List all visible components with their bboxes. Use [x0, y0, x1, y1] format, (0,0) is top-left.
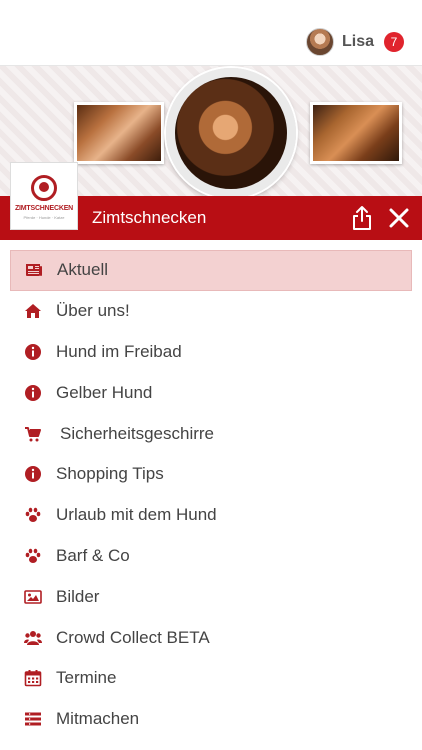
- close-icon: [389, 208, 409, 228]
- banner-photo-center-wrap: [162, 66, 312, 196]
- menu-item-label: Shopping Tips: [56, 464, 164, 484]
- menu-item-hund-im-freibad[interactable]: Hund im Freibad: [0, 332, 422, 373]
- info-icon: [24, 465, 42, 483]
- menu-item-sicherheitsgeschirre[interactable]: Sicherheitsgeschirre: [0, 413, 422, 454]
- menu-item-label: Barf & Co: [56, 545, 130, 565]
- menu-item-label: Mitmachen: [56, 709, 140, 729]
- users-icon: [24, 629, 42, 647]
- menu-item-shopping-tips[interactable]: Shopping Tips: [0, 454, 422, 495]
- image-icon: [24, 588, 42, 606]
- menu-item-termine[interactable]: Termine: [0, 658, 422, 699]
- close-button[interactable]: [386, 205, 412, 231]
- calendar-icon: [24, 669, 42, 687]
- notification-badge[interactable]: 7: [384, 32, 404, 52]
- menu-item-label: Termine: [56, 668, 117, 688]
- menu-item-aktuell[interactable]: Aktuell: [10, 250, 412, 291]
- logo-emblem: [31, 175, 57, 201]
- menu-item-label: Crowd Collect BETA: [56, 627, 210, 647]
- menu-item-label: Gelber Hund: [56, 382, 153, 402]
- newspaper-icon: [25, 261, 43, 279]
- user-name[interactable]: Lisa: [342, 33, 374, 51]
- paw-icon: [24, 547, 42, 565]
- info-icon: [24, 343, 42, 361]
- app-title: Zimtschnecken: [92, 208, 207, 227]
- menu-item-label: Hund im Freibad: [56, 341, 182, 361]
- banner-photo-center: [166, 68, 296, 196]
- menu-item-label: Bilder: [56, 586, 100, 606]
- navigation-menu: Aktuell Über uns! Hund im Freibad Gelber…: [0, 250, 422, 740]
- info-icon: [24, 384, 42, 402]
- user-avatar[interactable]: [305, 28, 334, 56]
- menu-item-gelber-hund[interactable]: Gelber Hund: [0, 372, 422, 413]
- menu-item-crowd-collect[interactable]: Crowd Collect BETA: [0, 617, 422, 658]
- menu-item-barf-co[interactable]: Barf & Co: [0, 536, 422, 577]
- list-icon: [24, 710, 42, 728]
- cart-icon: [24, 425, 42, 443]
- brand-logo: ZIMTSCHNECKEN Pferde · Hunde · Katze: [10, 162, 78, 230]
- home-icon: [24, 302, 42, 320]
- app-screen: Lisa 7 ZIMTSCHNECKEN Pferde · Hunde · Ka…: [0, 0, 422, 750]
- menu-item-label: Über uns!: [56, 301, 130, 321]
- logo-text: ZIMTSCHNECKEN: [14, 205, 74, 212]
- user-profile[interactable]: Lisa 7: [305, 28, 404, 56]
- menu-item-mitmachen[interactable]: Mitmachen: [0, 699, 422, 740]
- share-button[interactable]: [348, 204, 376, 232]
- top-user-bar: Lisa 7: [0, 0, 422, 66]
- share-icon: [353, 206, 371, 230]
- paw-icon: [24, 506, 42, 524]
- menu-item-label: Urlaub mit dem Hund: [56, 505, 217, 525]
- banner-photo-left: [74, 102, 164, 164]
- menu-item-label: Aktuell: [57, 260, 109, 280]
- menu-item-bilder[interactable]: Bilder: [0, 576, 422, 617]
- menu-item-ueber-uns[interactable]: Über uns!: [0, 291, 422, 332]
- menu-item-urlaub-mit-dem-hund[interactable]: Urlaub mit dem Hund: [0, 495, 422, 536]
- menu-item-label: Sicherheitsgeschirre: [60, 423, 215, 443]
- banner-photo-right: [310, 102, 402, 164]
- logo-subtext: Pferde · Hunde · Katze: [23, 215, 65, 220]
